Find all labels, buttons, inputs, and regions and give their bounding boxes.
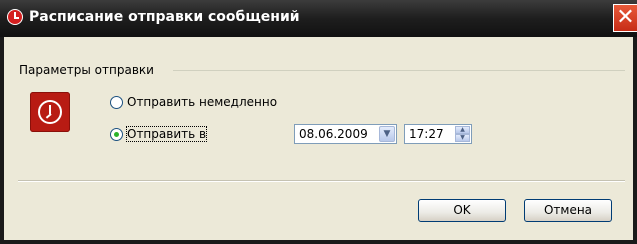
schedule-dialog: Расписание отправки сообщений ✕ Параметр…	[0, 0, 637, 244]
ok-button[interactable]: OK	[418, 199, 506, 222]
clock-icon	[7, 9, 23, 25]
group-divider	[173, 70, 625, 71]
date-picker[interactable]: 08.06.2009 ▼	[294, 124, 397, 144]
send-now-label[interactable]: Отправить немедленно	[127, 95, 277, 109]
send-at-label[interactable]: Отправить в	[125, 126, 208, 142]
clock-icon	[30, 92, 70, 132]
clock-dial	[38, 100, 62, 124]
time-spinner[interactable]: ▲ ▼	[455, 126, 470, 142]
send-options-group	[18, 70, 625, 168]
time-input[interactable]: 17:27 ▲ ▼	[404, 124, 472, 144]
date-value[interactable]: 08.06.2009	[299, 127, 368, 141]
spin-up-icon[interactable]: ▲	[455, 126, 470, 134]
chevron-down-icon[interactable]: ▼	[379, 126, 395, 142]
time-value[interactable]: 17:27	[409, 127, 444, 141]
cancel-button[interactable]: Отмена	[524, 199, 612, 222]
send-now-radio[interactable]	[110, 96, 123, 109]
button-separator	[18, 180, 625, 182]
send-at-radio[interactable]	[110, 128, 123, 141]
window-title: Расписание отправки сообщений	[29, 9, 300, 25]
close-button[interactable]: ✕	[613, 4, 637, 32]
spin-down-icon[interactable]: ▼	[455, 134, 470, 142]
title-bar[interactable]: Расписание отправки сообщений ✕	[0, 0, 637, 37]
